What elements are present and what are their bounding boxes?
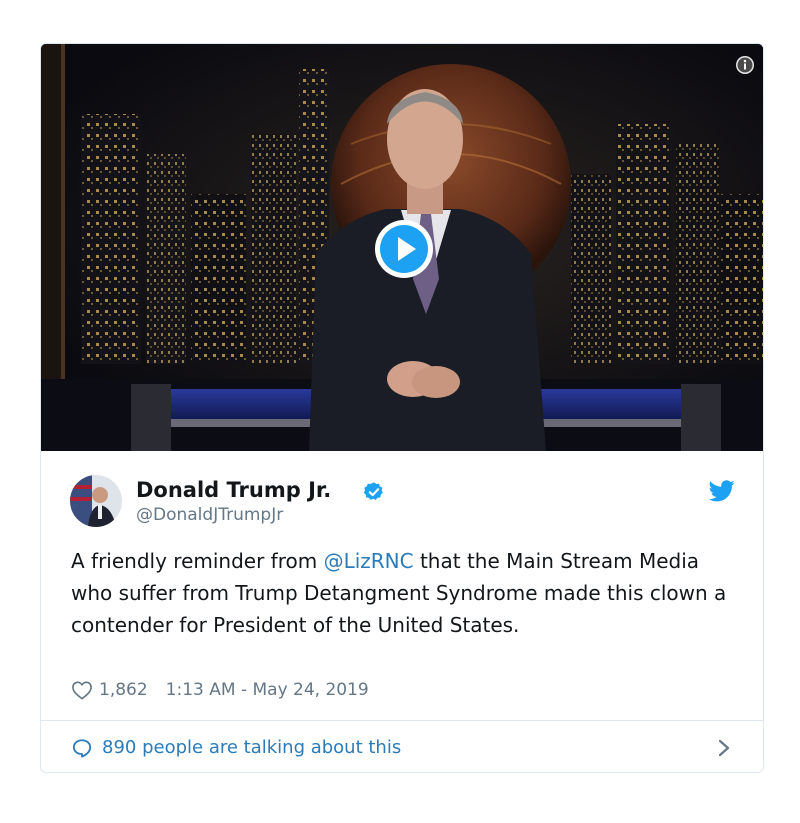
- tweet-text: A friendly reminder from @LizRNC that th…: [71, 545, 741, 641]
- embedded-tweet-card: Donald Trump Jr. @DonaldJTrumpJr A frien…: [40, 43, 764, 773]
- heart-icon[interactable]: [71, 680, 93, 700]
- like-count[interactable]: 1,862: [99, 680, 148, 700]
- avatar[interactable]: [70, 475, 122, 527]
- author-name[interactable]: Donald Trump Jr.: [136, 478, 331, 502]
- video-thumbnail[interactable]: [41, 44, 763, 451]
- tweet-text-part: A friendly reminder from: [71, 549, 324, 573]
- chevron-right-icon[interactable]: [717, 738, 731, 758]
- play-icon[interactable]: [374, 219, 434, 279]
- speech-bubble-icon: [72, 739, 92, 758]
- info-icon[interactable]: [735, 55, 755, 75]
- mention-link[interactable]: @LizRNC: [324, 549, 414, 573]
- tweet-meta: 1,862 1:13 AM - May 24, 2019: [71, 678, 369, 702]
- tweet-body: Donald Trump Jr. @DonaldJTrumpJr A frien…: [41, 451, 763, 720]
- twitter-bird-icon[interactable]: [709, 480, 735, 502]
- verified-badge-icon: [363, 482, 383, 500]
- conversation-footer[interactable]: 890 people are talking about this: [41, 720, 763, 772]
- timestamp-link[interactable]: 1:13 AM - May 24, 2019: [166, 680, 369, 700]
- talking-count-link[interactable]: 890 people are talking about this: [102, 737, 401, 758]
- author-handle[interactable]: @DonaldJTrumpJr: [136, 505, 283, 525]
